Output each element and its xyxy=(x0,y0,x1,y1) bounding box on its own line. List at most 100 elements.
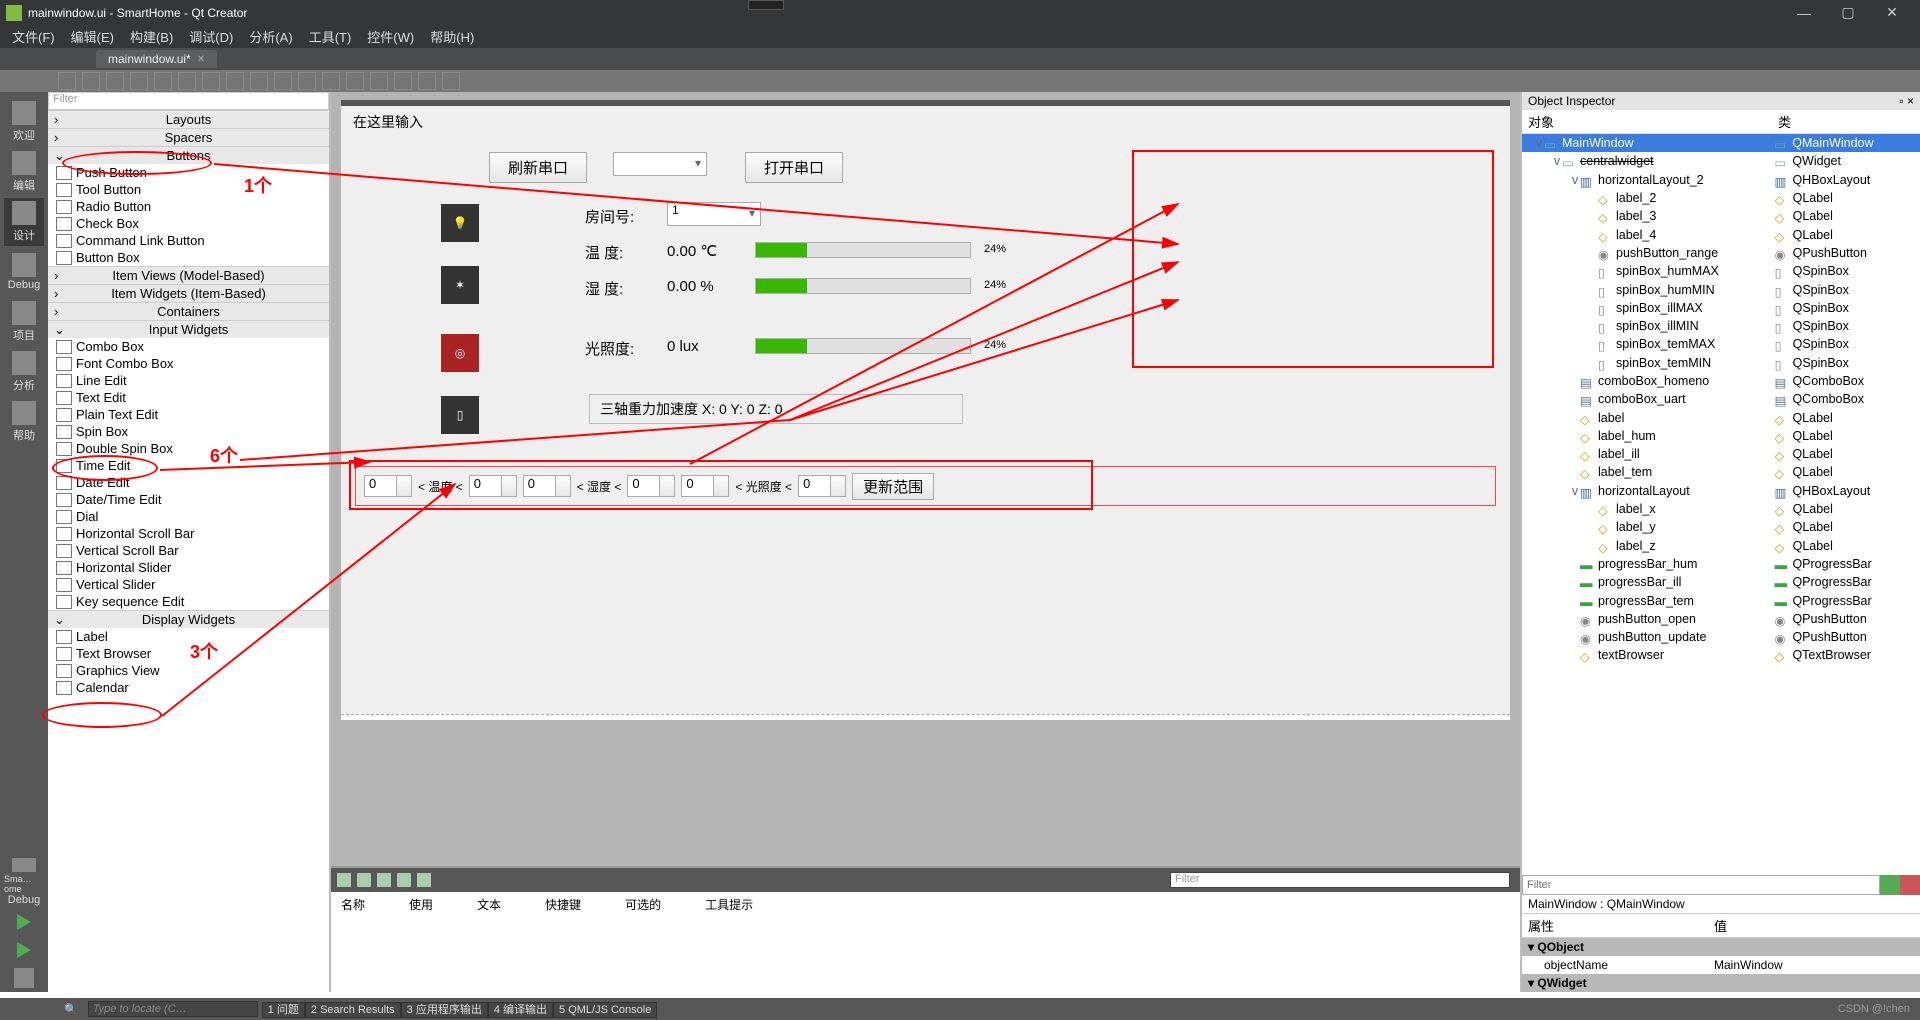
tree-row[interactable]: label_illQLabel xyxy=(1522,445,1920,463)
refresh-button[interactable]: 刷新串口 xyxy=(489,152,587,183)
cat-display[interactable]: Display Widgets xyxy=(48,610,329,628)
tree-row[interactable]: progressBar_illQProgressBar xyxy=(1522,573,1920,591)
widget-item[interactable]: Radio Button xyxy=(48,198,329,215)
inspector-filter[interactable] xyxy=(1522,875,1880,895)
spin-hummax[interactable]: 0 xyxy=(627,475,675,497)
status-pane[interactable]: 5 QML/JS Console xyxy=(553,1002,657,1018)
menu-edit[interactable]: 编辑(E) xyxy=(63,27,122,46)
status-pane[interactable]: 1 问题 xyxy=(262,1002,305,1018)
prop-objectname[interactable]: objectNameMainWindow xyxy=(1522,956,1920,974)
spin-hummin[interactable]: 0 xyxy=(523,475,571,497)
widget-item[interactable]: Calendar xyxy=(48,679,329,696)
tool-icon[interactable] xyxy=(82,72,100,90)
action-filter[interactable]: Filter xyxy=(1170,872,1510,888)
tree-row[interactable]: spinBox_humMAXQSpinBox xyxy=(1522,262,1920,280)
widget-item[interactable]: Date Edit xyxy=(48,474,329,491)
act-tool-icon[interactable] xyxy=(417,873,431,887)
col-prop[interactable]: 属性 xyxy=(1528,916,1714,935)
mode-analyze[interactable]: 分析 xyxy=(4,348,44,396)
tool-icon[interactable] xyxy=(442,72,460,90)
tree-row[interactable]: spinBox_humMINQSpinBox xyxy=(1522,280,1920,298)
cat-containers[interactable]: Containers xyxy=(48,302,329,320)
menu-help[interactable]: 帮助(H) xyxy=(422,27,482,46)
tree-row[interactable]: label_xQLabel xyxy=(1522,500,1920,518)
tool-icon[interactable] xyxy=(298,72,316,90)
tree-row[interactable]: label_zQLabel xyxy=(1522,537,1920,555)
widgetbox-filter[interactable]: Filter xyxy=(48,92,329,110)
menu-tools[interactable]: 工具(T) xyxy=(301,27,360,46)
tree-row[interactable]: comboBox_homenoQComboBox xyxy=(1522,372,1920,390)
tool-icon[interactable] xyxy=(250,72,268,90)
widget-item[interactable]: Label xyxy=(48,628,329,645)
widget-item[interactable]: Dial xyxy=(48,508,329,525)
tree-row[interactable]: label_3QLabel xyxy=(1522,207,1920,225)
cat-spacers[interactable]: Spacers xyxy=(48,128,329,146)
widget-item[interactable]: Date/Time Edit xyxy=(48,491,329,508)
maximize-button[interactable]: ▢ xyxy=(1826,0,1870,25)
action-col[interactable]: 快捷键 xyxy=(545,896,581,913)
locator-input[interactable]: Type to locate (C… xyxy=(88,1001,258,1017)
action-col[interactable]: 工具提示 xyxy=(705,896,753,913)
titlebar-dropdown[interactable] xyxy=(748,0,784,10)
search-icon[interactable]: 🔍 xyxy=(64,1003,78,1016)
status-pane[interactable]: 3 应用程序输出 xyxy=(401,1002,488,1018)
tree-row[interactable]: pushButton_openQPushButton xyxy=(1522,610,1920,628)
tool-icon[interactable] xyxy=(106,72,124,90)
add-icon[interactable] xyxy=(1880,875,1900,895)
tool-icon[interactable] xyxy=(130,72,148,90)
menu-file[interactable]: 文件(F) xyxy=(4,27,63,46)
mode-welcome[interactable]: 欢迎 xyxy=(4,98,44,146)
col-val[interactable]: 值 xyxy=(1714,916,1727,935)
widget-item[interactable]: Vertical Scroll Bar xyxy=(48,542,329,559)
act-new-icon[interactable] xyxy=(337,873,351,887)
tool-icon[interactable] xyxy=(418,72,436,90)
widget-item[interactable]: Time Edit xyxy=(48,457,329,474)
widget-item[interactable]: Text Browser xyxy=(48,645,329,662)
status-pane[interactable]: 4 编译输出 xyxy=(488,1002,553,1018)
widget-item[interactable]: Text Edit xyxy=(48,389,329,406)
update-range-button[interactable]: 更新范围 xyxy=(852,473,934,500)
act-open-icon[interactable] xyxy=(357,873,371,887)
widget-item[interactable]: Push Button xyxy=(48,164,329,181)
tool-icon[interactable] xyxy=(394,72,412,90)
tool-icon[interactable] xyxy=(154,72,172,90)
spin-temmax[interactable]: 0 xyxy=(469,475,517,497)
mode-help[interactable]: 帮助 xyxy=(4,398,44,446)
action-col[interactable]: 名称 xyxy=(341,896,365,913)
tree-row[interactable]: spinBox_temMAXQSpinBox xyxy=(1522,335,1920,353)
menu-build[interactable]: 构建(B) xyxy=(122,27,181,46)
form-canvas[interactable]: 在这里输入 刷新串口 打开串口 💡 ✶ ◎ ▯ 房间号: 1 温 度: 0.00… xyxy=(341,100,1510,720)
cat-input[interactable]: Input Widgets xyxy=(48,320,329,338)
mode-edit[interactable]: 编辑 xyxy=(4,148,44,196)
spin-illmax[interactable]: 0 xyxy=(798,475,846,497)
open-button[interactable]: 打开串口 xyxy=(745,152,843,183)
prop-cat-qwidget[interactable]: ▾ QWidget xyxy=(1522,974,1920,992)
widget-item[interactable]: Key sequence Edit xyxy=(48,593,329,610)
tool-icon[interactable] xyxy=(58,72,76,90)
cat-buttons[interactable]: Buttons xyxy=(48,146,329,164)
act-del-icon[interactable] xyxy=(397,873,411,887)
col-class[interactable]: 类 xyxy=(1778,112,1791,131)
tree-row[interactable]: vMainWindowQMainWindow xyxy=(1522,134,1920,152)
widget-item[interactable]: Combo Box xyxy=(48,338,329,355)
dock-icon[interactable]: ▫ × xyxy=(1899,94,1914,108)
tree-row[interactable]: pushButton_rangeQPushButton xyxy=(1522,244,1920,262)
uart-combo[interactable] xyxy=(613,152,707,176)
tree-row[interactable]: label_temQLabel xyxy=(1522,463,1920,481)
widget-item[interactable]: Tool Button xyxy=(48,181,329,198)
cat-layouts[interactable]: Layouts xyxy=(48,110,329,128)
widget-item[interactable]: Spin Box xyxy=(48,423,329,440)
action-col[interactable]: 可选的 xyxy=(625,896,661,913)
spin-illmin[interactable]: 0 xyxy=(681,475,729,497)
status-pane[interactable]: 2 Search Results xyxy=(305,1002,401,1018)
tree-row[interactable]: vhorizontalLayout_2QHBoxLayout xyxy=(1522,171,1920,189)
widget-item[interactable]: Command Link Button xyxy=(48,232,329,249)
widget-item[interactable]: Horizontal Slider xyxy=(48,559,329,576)
tool-icon[interactable] xyxy=(178,72,196,90)
action-col[interactable]: 文本 xyxy=(477,896,501,913)
col-object[interactable]: 对象 xyxy=(1528,112,1778,131)
tool-icon[interactable] xyxy=(202,72,220,90)
widget-item[interactable]: Graphics View xyxy=(48,662,329,679)
kit-selector[interactable]: Sma…omeDebug xyxy=(4,858,44,906)
tree-row[interactable]: label_2QLabel xyxy=(1522,189,1920,207)
